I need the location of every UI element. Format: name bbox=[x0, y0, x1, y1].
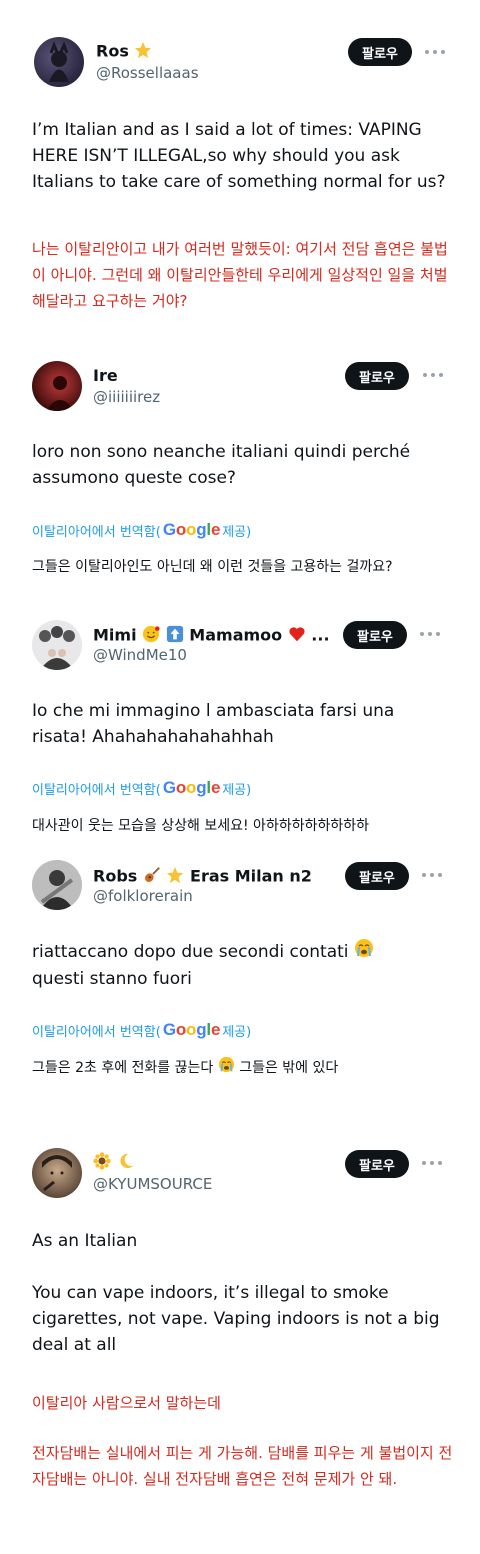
google-logo: Google bbox=[162, 778, 221, 797]
sparkle-star-icon bbox=[166, 866, 184, 888]
user-handle[interactable]: @iiiiiiirez bbox=[93, 388, 160, 406]
guitar-icon bbox=[143, 866, 161, 888]
sparkle-star-icon bbox=[134, 41, 152, 63]
follow-button[interactable]: 팔로우 bbox=[348, 38, 412, 66]
up-arrow-icon bbox=[166, 625, 184, 647]
display-name[interactable] bbox=[93, 1152, 135, 1174]
translation-attribution[interactable]: 이탈리아어에서 번역함(Google 제공) bbox=[32, 1020, 251, 1040]
loudly-crying-face-icon bbox=[218, 1056, 235, 1080]
more-options-icon[interactable] bbox=[422, 871, 442, 879]
avatar[interactable] bbox=[32, 860, 82, 910]
display-name[interactable]: Ire bbox=[93, 366, 118, 385]
tweet-paragraph: As an Italian bbox=[32, 1231, 138, 1251]
display-name[interactable]: Robs Eras Milan n2 bbox=[93, 866, 312, 888]
translation-attribution[interactable]: 이탈리아어에서 번역함(Google 제공) bbox=[32, 520, 251, 540]
loudly-crying-face-icon bbox=[354, 938, 374, 966]
avatar[interactable] bbox=[32, 620, 82, 670]
translation-attribution[interactable]: 이탈리아어에서 번역함(Google 제공) bbox=[32, 778, 251, 798]
more-options-icon[interactable] bbox=[425, 48, 445, 56]
translated-text: 그들은 2초 후에 전화를 끊는다 그들은 밖에 있다 bbox=[32, 1056, 462, 1080]
user-handle[interactable]: @Rossellaaas bbox=[96, 64, 199, 82]
more-options-icon[interactable] bbox=[422, 1159, 442, 1167]
google-logo: Google bbox=[162, 1020, 221, 1039]
user-handle[interactable]: @KYUMSOURCE bbox=[93, 1175, 212, 1193]
tweet-text: I’m Italian and as I said a lot of times… bbox=[32, 120, 446, 192]
tweet-text: Io che mi immagino l ambasciata farsi un… bbox=[32, 701, 395, 747]
follow-button[interactable]: 팔로우 bbox=[345, 1150, 409, 1178]
follow-button[interactable]: 팔로우 bbox=[345, 862, 409, 890]
tweet-text: loro non sono neanche italiani quindi pe… bbox=[32, 442, 411, 488]
korean-translation-text: 나는 이탈리안이고 내가 여러번 말했듯이: 여기서 전담 흡연은 불법이 아니… bbox=[32, 240, 448, 310]
korean-translation-text: 이탈리아 사람으로서 말하는데 전자담배는 실내에서 피는 게 가능해. 담배를… bbox=[32, 1394, 453, 1488]
red-heart-icon bbox=[288, 625, 306, 647]
follow-button[interactable]: 팔로우 bbox=[345, 362, 409, 390]
user-handle[interactable]: @folklorerain bbox=[93, 887, 193, 905]
google-logo: Google bbox=[162, 520, 221, 539]
translated-text: 그들은 이탈리아인도 아닌데 왜 이런 것들을 고용하는 걸까요? bbox=[32, 559, 393, 575]
more-options-icon[interactable] bbox=[423, 371, 443, 379]
translated-text: 대사관이 웃는 모습을 상상해 보세요! 아하하하하하하하하 bbox=[32, 818, 369, 834]
display-name[interactable]: Mimi Mamamoo ... bbox=[93, 625, 330, 647]
tweet-text: riattaccano dopo due secondi contati que… bbox=[32, 938, 452, 992]
tweet-paragraph: You can vape indoors, it’s illegal to sm… bbox=[32, 1283, 440, 1355]
avatar[interactable] bbox=[32, 1148, 82, 1198]
smiling-face-hearts-icon bbox=[142, 625, 160, 647]
sunflower-icon bbox=[93, 1152, 111, 1174]
more-options-icon[interactable] bbox=[420, 630, 440, 638]
crescent-moon-icon bbox=[117, 1152, 135, 1174]
user-handle[interactable]: @WindMe10 bbox=[93, 646, 187, 664]
follow-button[interactable]: 팔로우 bbox=[343, 621, 407, 649]
avatar[interactable] bbox=[32, 361, 82, 411]
display-name[interactable]: Ros bbox=[96, 41, 152, 63]
avatar[interactable] bbox=[34, 37, 84, 87]
tweet-text: As an Italian You can vape indoors, it’s… bbox=[32, 1228, 452, 1358]
